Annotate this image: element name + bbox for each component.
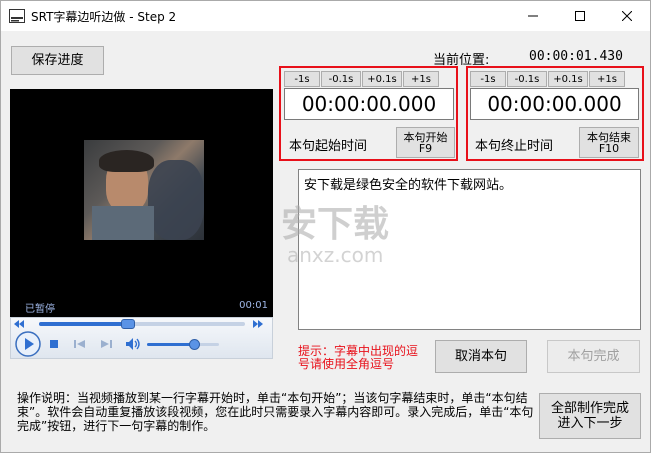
sentence-start-label: 本句开始 (403, 130, 448, 144)
volume-slider[interactable] (147, 339, 219, 350)
watermark-sub: anxz.com (287, 243, 384, 267)
comma-hint: 提示：字幕中出现的逗号请使用全角逗号 (298, 344, 419, 371)
sentence-done-button[interactable]: 本句完成 (547, 340, 640, 373)
close-icon (622, 11, 632, 21)
maximize-button[interactable] (557, 1, 603, 31)
maximize-icon (575, 11, 585, 21)
sentence-start-shortcut: F9 (418, 141, 433, 155)
start-plus-1s-button[interactable]: +1s (403, 71, 439, 87)
sentence-end-shortcut: F10 (598, 141, 620, 155)
window-title: SRT字幕边听边做 - Step 2 (31, 10, 177, 24)
sentence-end-label: 本句结束 (587, 130, 631, 144)
end-plus-0.1s-button[interactable]: +0.1s (548, 71, 588, 87)
video-frame (84, 140, 204, 240)
fast-forward-icon[interactable] (253, 320, 263, 328)
title-bar: SRT字幕边听边做 - Step 2 (1, 1, 650, 31)
player-status: 已暂停 (25, 304, 55, 315)
volume-thumb[interactable] (188, 339, 200, 350)
sentence-end-button[interactable]: 本句结束 F10 (579, 127, 639, 158)
start-minus-0.1s-button[interactable]: -0.1s (321, 71, 361, 87)
seek-thumb[interactable] (120, 319, 135, 329)
start-time-field[interactable]: 00:00:00.000 (284, 88, 454, 120)
watermark-text: 安下载 (281, 204, 390, 245)
stop-icon[interactable] (49, 339, 59, 349)
start-plus-0.1s-button[interactable]: +0.1s (362, 71, 402, 87)
start-minus-1s-button[interactable]: -1s (284, 71, 320, 87)
end-minus-1s-button[interactable]: -1s (470, 71, 506, 87)
next-step-label: 进入下一步 (557, 416, 623, 431)
seek-bar[interactable] (39, 319, 245, 329)
seek-fill (39, 322, 128, 326)
end-minus-0.1s-button[interactable]: -0.1s (507, 71, 547, 87)
instructions-text: 操作说明：当视频播放到某一行字幕开始时，单击“本句开始”；当该句字幕结束时，单击… (17, 391, 534, 433)
save-progress-button[interactable]: 保存进度 (11, 46, 104, 75)
minimize-icon (528, 15, 538, 17)
player-time: 00:01 (239, 300, 268, 311)
app-icon (9, 9, 25, 23)
app-window: SRT字幕边听边做 - Step 2 保存进度 当前位置: 00:00:01.4… (0, 0, 651, 453)
end-time-label: 本句终止时间 (475, 139, 554, 154)
sentence-start-button[interactable]: 本句开始 F9 (396, 127, 455, 158)
video-player[interactable]: 已暂停 00:01 (10, 89, 273, 317)
finish-all-label: 全部制作完成 (550, 401, 629, 416)
close-button[interactable] (604, 1, 650, 31)
volume-fill (147, 343, 194, 346)
end-step-buttons: -1s -0.1s +0.1s +1s (470, 71, 626, 87)
minimize-button[interactable] (510, 1, 556, 31)
start-time-label: 本句起始时间 (289, 139, 368, 154)
next-icon[interactable] (100, 339, 112, 349)
previous-icon[interactable] (74, 339, 86, 349)
play-button[interactable] (15, 331, 41, 357)
player-controls (10, 317, 273, 359)
volume-icon[interactable] (125, 337, 141, 351)
cancel-sentence-button[interactable]: 取消本句 (435, 340, 527, 373)
start-step-buttons: -1s -0.1s +0.1s +1s (284, 71, 440, 87)
rewind-icon[interactable] (14, 320, 24, 328)
end-time-field[interactable]: 00:00:00.000 (470, 88, 639, 120)
finish-all-button[interactable]: 全部制作完成 进入下一步 (539, 393, 641, 439)
position-value: 00:00:01.430 (529, 49, 623, 64)
end-plus-1s-button[interactable]: +1s (589, 71, 625, 87)
